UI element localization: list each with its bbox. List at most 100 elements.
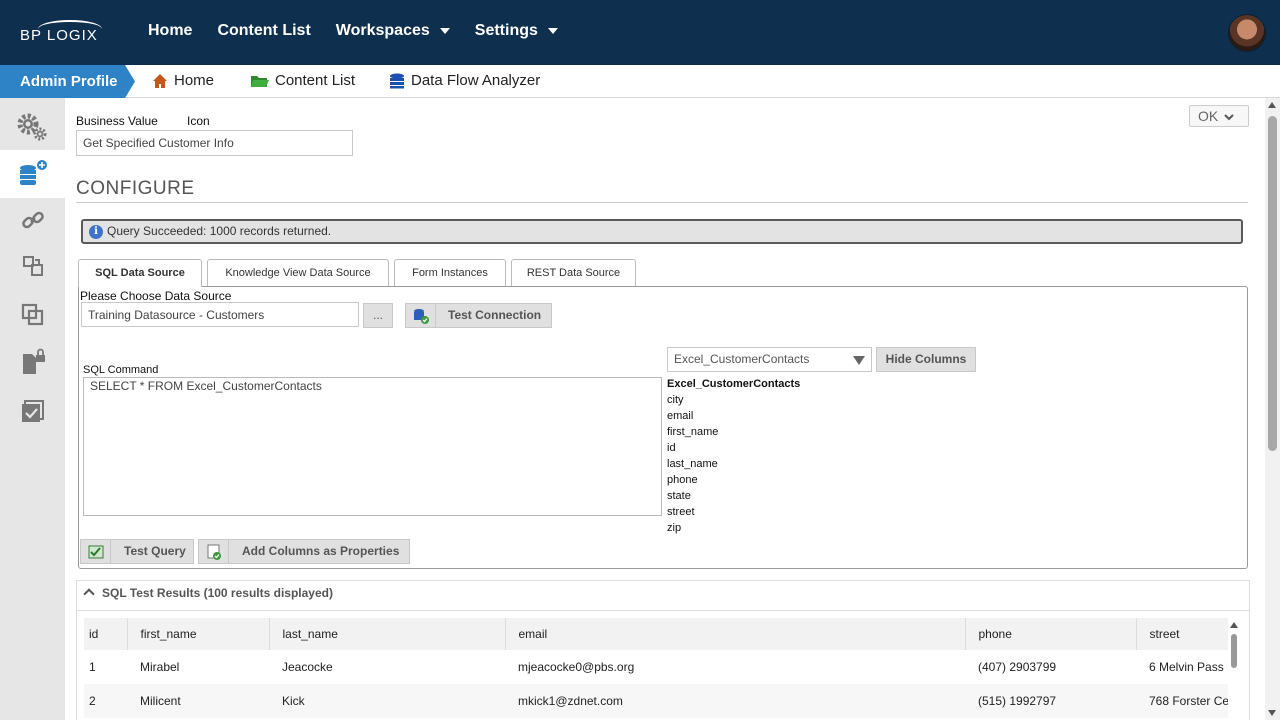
breadcrumb-home[interactable]: Home — [152, 72, 214, 89]
nav-workspaces-label: Workspaces — [335, 22, 430, 39]
top-navigation-bar: BP LOGIX Home Content List Workspaces Se… — [0, 0, 1280, 65]
gears-icon — [17, 113, 46, 141]
scroll-up-arrow-icon[interactable] — [1230, 622, 1238, 628]
sql-test-results: SQL Test Results (100 results displayed)… — [76, 580, 1250, 720]
sidebar-item-settings[interactable] — [0, 103, 65, 151]
column-header-id[interactable]: id — [84, 618, 128, 650]
alert-text: Query Succeeded: 1000 records returned. — [107, 224, 332, 238]
business-value-input[interactable]: Get Specified Customer Info — [76, 130, 353, 156]
tab-rest-data-source[interactable]: REST Data Source — [511, 259, 636, 286]
sidebar-item-data-source[interactable] — [0, 150, 65, 198]
sql-check-icon — [81, 540, 111, 563]
nav-content-list[interactable]: Content List — [217, 22, 310, 40]
cell-email: mjeacocke0@pbs.org — [518, 660, 635, 674]
user-avatar[interactable] — [1228, 14, 1266, 52]
column-item[interactable]: city — [667, 392, 800, 408]
results-header[interactable]: SQL Test Results (100 results displayed) — [77, 581, 1249, 611]
checkbox-icon — [21, 400, 44, 422]
scroll-up-arrow-icon[interactable] — [1268, 102, 1276, 108]
column-header-first-name[interactable]: first_name — [127, 618, 270, 650]
nav-workspaces[interactable]: Workspaces — [336, 22, 450, 40]
tab-knowledge-view-data-source[interactable]: Knowledge View Data Source — [207, 259, 389, 286]
sidebar-item-tasks[interactable] — [0, 387, 65, 435]
results-title: SQL Test Results (100 results displayed) — [102, 586, 333, 600]
breadcrumb: Admin Profile Home Content List Data Flo… — [0, 65, 1280, 98]
sidebar-item-copy[interactable] — [0, 291, 65, 339]
cell-last-name: Jeacocke — [282, 660, 333, 674]
column-item[interactable]: email — [667, 408, 800, 424]
table-select[interactable]: Excel_CustomerContacts — [667, 347, 872, 372]
add-columns-button[interactable]: Add Columns as Properties — [198, 539, 410, 564]
page-scrollbar[interactable] — [1265, 98, 1280, 720]
sql-command-textarea[interactable]: SELECT * FROM Excel_CustomerContacts — [83, 377, 662, 516]
column-item[interactable]: id — [667, 440, 800, 456]
table-row[interactable]: 1 Mirabel Jeacocke mjeacocke0@pbs.org (4… — [84, 650, 1228, 684]
sidebar-item-security[interactable] — [0, 338, 65, 386]
chevron-down-icon — [439, 28, 450, 34]
cell-first-name: Milicent — [127, 684, 269, 718]
table-header-row: id first_name last_name email phone stre… — [84, 618, 1228, 650]
ok-label: OK — [1198, 108, 1219, 124]
browse-button[interactable]: ... — [363, 303, 393, 328]
bp-logix-logo[interactable]: BP LOGIX — [18, 18, 108, 48]
cell-id: 1 — [89, 660, 96, 674]
sidebar-item-move[interactable] — [0, 242, 65, 290]
cell-last-name: Kick — [269, 684, 505, 718]
sidebar-item-links[interactable] — [0, 196, 65, 244]
cell-email: mkick1@zdnet.com — [505, 684, 965, 718]
business-value-label: Business Value — [76, 114, 158, 128]
scroll-down-arrow-icon[interactable] — [1268, 710, 1276, 716]
chevron-down-icon — [547, 28, 558, 34]
datasource-input[interactable]: Training Datasource - Customers — [81, 302, 359, 327]
test-connection-button[interactable]: Test Connection — [405, 303, 552, 328]
database-icon — [390, 73, 404, 88]
main-content: Business Value Icon Get Specified Custom… — [65, 98, 1265, 720]
column-item[interactable]: state — [667, 488, 800, 504]
nav-home-label: Home — [148, 22, 193, 39]
icon-label: Icon — [187, 114, 210, 128]
chevron-down-icon — [1224, 114, 1234, 121]
cell-first-name: Mirabel — [140, 660, 180, 674]
datasource-label: Please Choose Data Source — [80, 289, 232, 303]
breadcrumb-data-flow-analyzer[interactable]: Data Flow Analyzer — [389, 72, 540, 89]
test-connection-label: Test Connection — [448, 308, 542, 322]
cell-street: 6 Melvin Pass — [1149, 660, 1224, 674]
results-scroll-thumb[interactable] — [1231, 634, 1237, 668]
column-item[interactable]: last_name — [667, 456, 800, 472]
nav-content-list-label: Content List — [217, 22, 311, 39]
tab-form-instances[interactable]: Form Instances — [394, 259, 506, 286]
nav-home[interactable]: Home — [148, 22, 192, 40]
column-item[interactable]: first_name — [667, 424, 800, 440]
hide-columns-button[interactable]: Hide Columns — [876, 347, 976, 372]
divider — [76, 202, 1248, 203]
database-check-icon — [406, 304, 436, 327]
page-scroll-thumb[interactable] — [1268, 116, 1277, 451]
ok-dropdown-button[interactable]: OK — [1189, 105, 1249, 127]
test-query-button[interactable]: Test Query — [80, 539, 194, 564]
column-item[interactable]: phone — [667, 472, 800, 488]
breadcrumb-content-list-label: Content List — [275, 72, 356, 89]
admin-profile-tab[interactable]: Admin Profile — [0, 65, 135, 98]
column-item[interactable]: street — [667, 504, 800, 520]
column-header-phone[interactable]: phone — [965, 618, 1137, 650]
table-row[interactable]: 2 Milicent Kick mkick1@zdnet.com (515) 1… — [84, 684, 1228, 718]
column-list: Excel_CustomerContacts city email first_… — [667, 376, 800, 536]
cell-street: 768 Forster Center — [1136, 684, 1228, 718]
tab-sql-data-source[interactable]: SQL Data Source — [78, 259, 202, 287]
nav-settings[interactable]: Settings — [475, 22, 558, 40]
column-header-email[interactable]: email — [505, 618, 966, 650]
breadcrumb-content-list[interactable]: Content List — [250, 72, 355, 89]
column-header-last-name[interactable]: last_name — [269, 618, 506, 650]
move-icon — [22, 256, 43, 276]
column-item[interactable]: zip — [667, 520, 800, 536]
link-icon — [21, 211, 44, 229]
top-nav-menu: Home Content List Workspaces Settings — [148, 22, 583, 40]
cell-phone: (407) 2903799 — [978, 660, 1057, 674]
logo-text: BP LOGIX — [20, 27, 98, 44]
locked-doc-icon — [22, 348, 45, 374]
breadcrumb-home-label: Home — [174, 72, 215, 89]
results-scrollbar[interactable] — [1229, 618, 1239, 718]
left-sidebar — [0, 98, 65, 720]
add-property-icon — [199, 540, 229, 563]
column-header-street[interactable]: street — [1136, 618, 1228, 650]
